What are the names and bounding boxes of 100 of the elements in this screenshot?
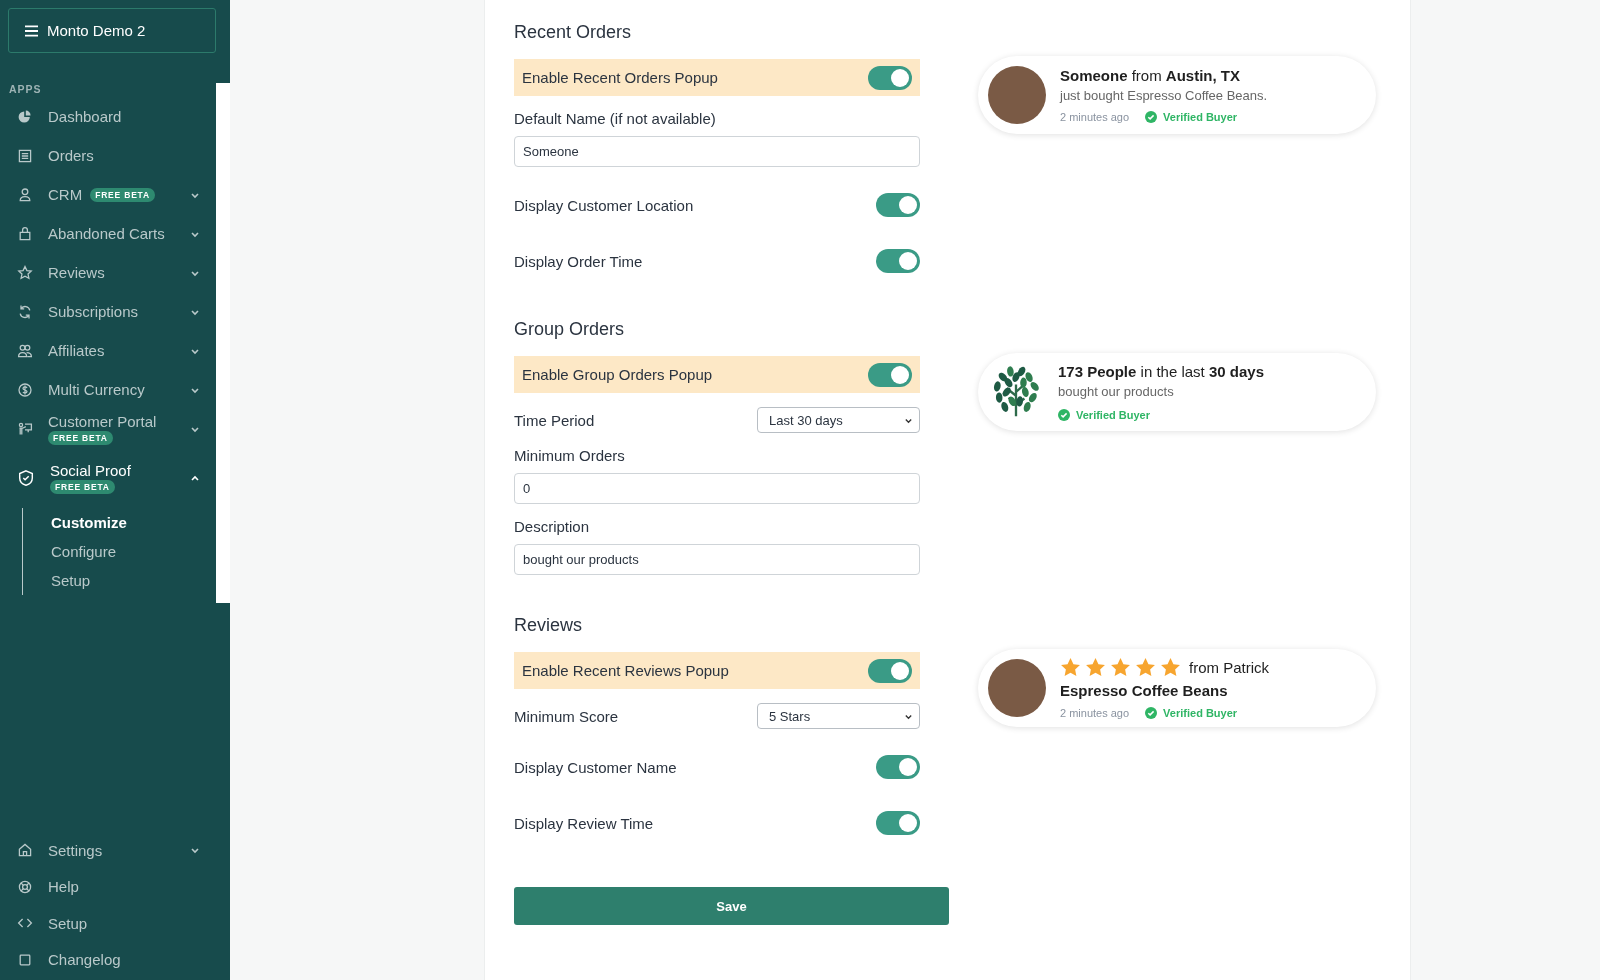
item-label: Multi Currency [48,381,145,398]
sidebar-item[interactable]: Customer Portal FREE BETA [0,409,214,448]
sidebar-item[interactable]: Setup [0,905,214,942]
sidebar-item[interactable]: CRM FREE BETA [0,175,214,214]
input-field[interactable]: 0 [514,473,920,504]
list-icon [17,147,33,164]
item-label: Subscriptions [48,303,139,320]
photo-placeholder [988,659,1046,717]
toggle-label: Enable Recent Reviews Popup [522,662,729,679]
check-circle-icon [1145,707,1158,719]
field-label: Minimum Orders [514,447,626,464]
item-label: Affiliates [48,342,105,359]
chevron-up-icon [190,473,200,483]
toggle-switch[interactable] [876,755,920,779]
input-field[interactable]: Someone [514,136,920,167]
toggle-switch[interactable] [876,811,920,835]
workspace-button[interactable]: Monto Demo 2 [8,8,216,53]
item-label: Orders [48,147,94,164]
toggle-label: Display Customer Name [514,758,677,776]
verified-label: Verified Buyer [1076,409,1150,421]
item-label: Help [48,878,79,896]
star-icon [1110,657,1131,678]
toggle-switch[interactable] [868,362,912,387]
sidebar-item[interactable]: Multi Currency [0,370,214,409]
select-dropdown[interactable]: Last 30 days [757,407,920,433]
field-label: Description [514,518,591,535]
popup-text: just bought Espresso Coffee Beans. [1060,88,1268,103]
beta-badge: FREE BETA [90,187,155,202]
star-icon [1060,657,1081,678]
star-icon [17,264,33,281]
section-title: Recent Orders [514,21,633,44]
people-icon [17,342,33,359]
sidebar-item[interactable]: Subscriptions [0,292,214,331]
toggle-switch[interactable] [876,249,920,273]
shield-check-icon [17,469,35,487]
input-field[interactable]: bought our products [514,544,920,575]
menu-icon [25,24,38,37]
home-icon [17,842,33,859]
toggle-label: Display Order Time [514,252,643,270]
toggle-label: Enable Group Orders Popup [522,366,713,383]
person-board-icon [17,420,33,437]
star-icon [1135,657,1156,678]
product-name: Espresso Coffee Beans [1060,682,1229,699]
star-icon [1085,657,1106,678]
section-title: Reviews [514,614,584,637]
popup-headline: Someone from Austin, TX [1060,67,1242,84]
item-label: Social Proof [50,462,131,479]
field-label: Time Period [514,411,595,429]
item-label: Changelog [48,951,121,969]
time-ago: 2 minutes ago [1060,707,1130,719]
refresh-icon [17,303,33,320]
submenu-item[interactable]: Configure [51,537,214,566]
item-label: Customer Portal [48,412,157,430]
scrollbar-thumb[interactable] [216,83,230,603]
sidebar-item[interactable]: Orders [0,136,214,175]
check-circle-icon [1058,409,1070,421]
sidebar-item[interactable]: Affiliates [0,331,214,370]
photo-placeholder [988,66,1046,124]
person-icon [17,186,33,203]
item-label: Abandoned Carts [48,225,165,242]
item-label: Settings [48,841,103,859]
item-label: CRM [48,186,83,203]
section-label: APPS [9,83,43,95]
sidebar-item[interactable]: Reviews [0,253,214,292]
field-label: Default Name (if not available) [514,110,717,127]
dollar-icon [17,381,33,398]
reviewer-name: from Patrick [1189,659,1269,676]
toggle-switch[interactable] [868,65,912,90]
toggle-switch[interactable] [876,193,920,217]
save-button[interactable]: Save [514,887,949,925]
submenu-item[interactable]: Setup [51,566,214,595]
bag-icon [17,225,33,242]
sidebar-item[interactable]: Social Proof FREE BETA [0,454,214,502]
field-label: Minimum Score [514,707,619,725]
item-label: Setup [48,914,88,932]
beta-badge: FREE BETA [50,480,115,494]
sidebar-item[interactable]: Changelog [0,941,214,978]
chevron-down-icon [190,845,200,856]
sidebar-item[interactable]: Settings [0,832,214,869]
toggle-label: Display Customer Location [514,196,694,214]
popup-text: bought our products [1058,384,1175,399]
pie-chart-icon [17,108,33,125]
beta-badge: FREE BETA [48,430,113,445]
time-ago: 2 minutes ago [1060,111,1130,123]
lifebuoy-icon [17,878,33,895]
item-label: Reviews [48,264,105,281]
select-dropdown[interactable]: 5 Stars [757,703,920,729]
toggle-switch[interactable] [868,658,912,683]
toggle-label: Display Review Time [514,814,654,832]
popup-headline: 173 People in the last 30 days [1058,363,1264,380]
toggle-label: Enable Recent Orders Popup [522,69,718,86]
sidebar-item[interactable]: Help [0,868,214,905]
verified-label: Verified Buyer [1163,707,1238,719]
check-circle-icon [1145,111,1158,123]
section-title: Group Orders [514,318,626,341]
sidebar-item[interactable]: Abandoned Carts [0,214,214,253]
star-icon [1160,657,1181,678]
sidebar-item[interactable]: Dashboard [0,97,214,136]
verified-label: Verified Buyer [1163,111,1238,123]
submenu-item[interactable]: Customize [51,508,214,537]
